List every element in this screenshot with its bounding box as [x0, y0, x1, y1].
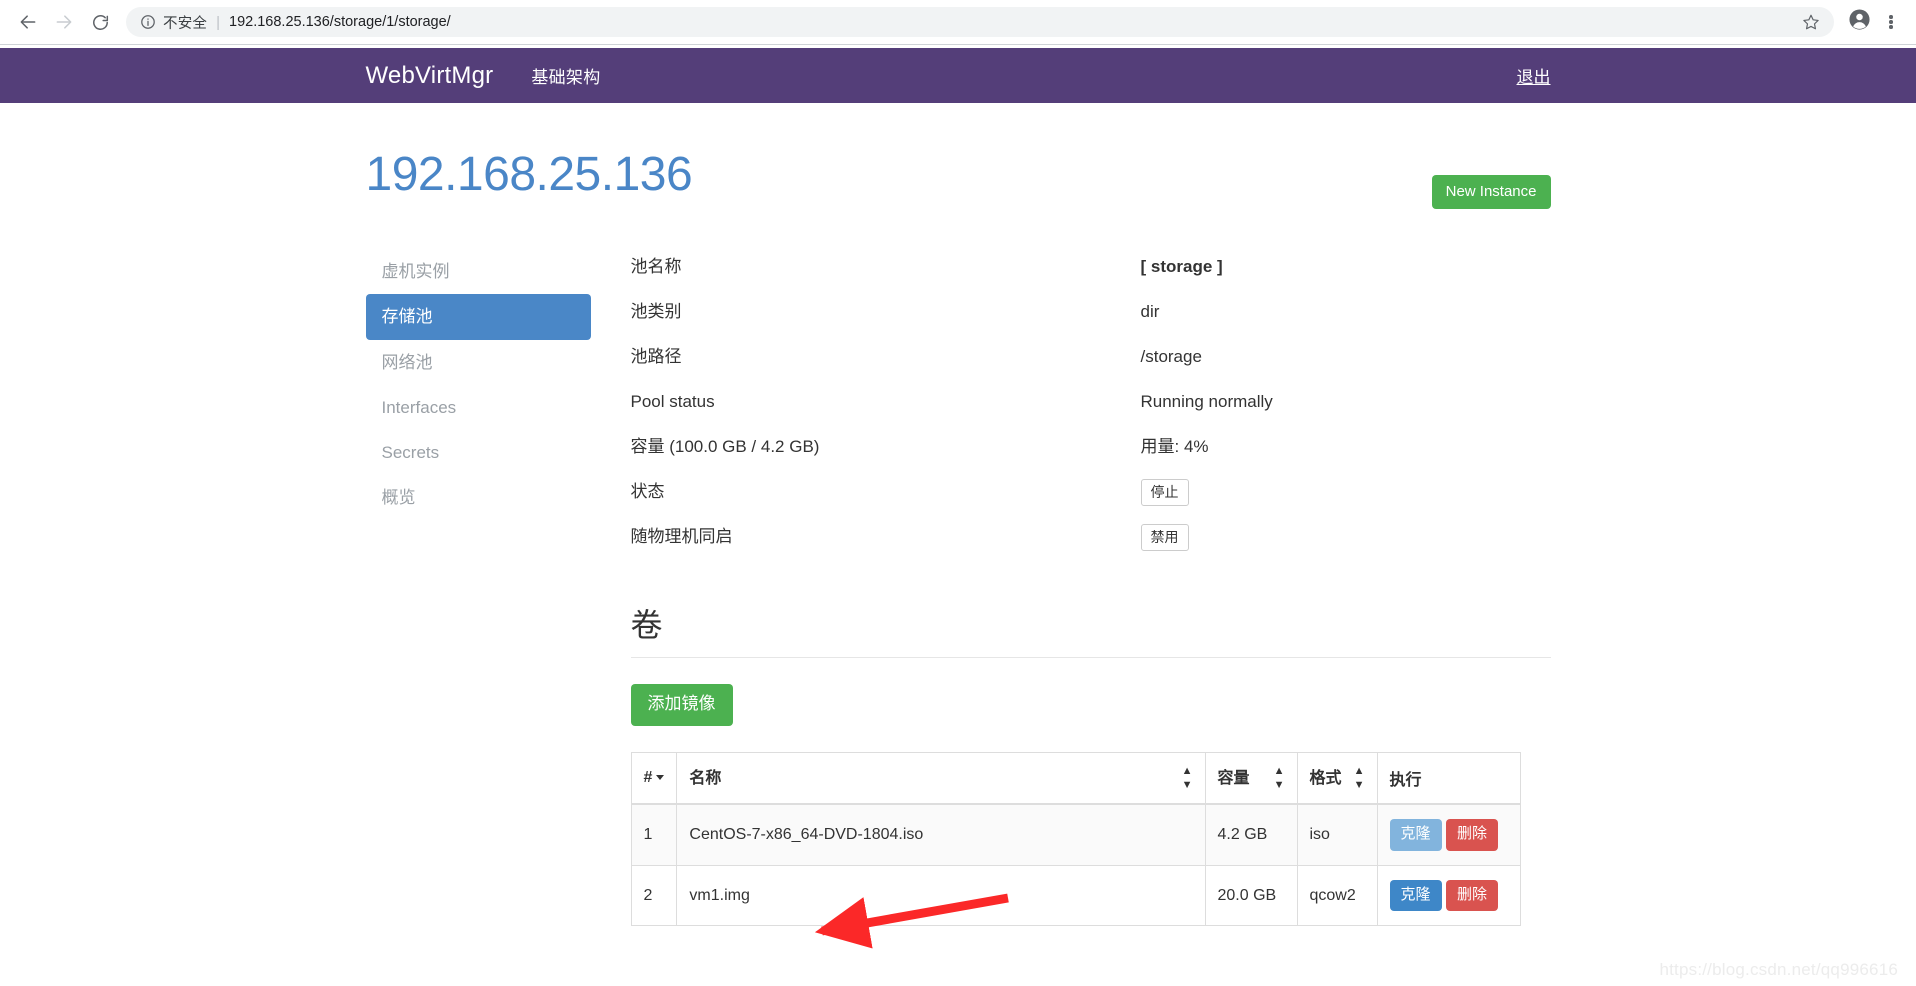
sidebar-item-overview[interactable]: 概览 — [366, 475, 591, 520]
stop-pool-button[interactable]: 停止 — [1140, 478, 1189, 507]
page-header: 192.168.25.136 New Instance — [366, 145, 1551, 219]
pool-name-text: [ storage ] — [1140, 257, 1223, 277]
cell-format: iso — [1296, 803, 1378, 866]
profile-avatar-icon — [1848, 8, 1871, 36]
sort-updown-icon[interactable]: ▲ ▼ — [1274, 764, 1285, 793]
chrome-right-controls — [1842, 5, 1906, 39]
table-row: 2 vm1.img 20.0 GB qcow2 克隆 删除 — [630, 864, 1521, 927]
detail-row-autostart: 随物理机同启 禁用 — [631, 519, 1551, 556]
detail-value-state: 停止 — [1140, 478, 1189, 507]
new-instance-button[interactable]: New Instance — [1431, 175, 1551, 209]
detail-row-capacity: 容量 (100.0 GB / 4.2 GB) 用量: 4% — [631, 429, 1551, 466]
sidebar-nav: 虚机实例 存储池 网络池 Interfaces Secrets 概览 — [365, 245, 591, 926]
nav-item-infrastructure[interactable]: 基础架构 — [531, 63, 600, 88]
detail-label-capacity: 容量 (100.0 GB / 4.2 GB) — [630, 437, 820, 457]
app-brand[interactable]: WebVirtMgr — [366, 63, 494, 88]
sidebar-item-storages[interactable]: 存储池 — [365, 294, 591, 340]
cell-volume-name: vm1.img — [676, 864, 1206, 927]
profile-button[interactable] — [1842, 5, 1876, 39]
back-button[interactable] — [10, 4, 46, 40]
address-bar[interactable]: 不安全 | 192.168.25.136/storage/1/storage/ — [126, 7, 1834, 37]
detail-label-pool-path: 池路径 — [630, 347, 682, 367]
insecure-label: 不安全 — [163, 15, 208, 32]
clone-volume-button[interactable]: 克隆 — [1389, 879, 1442, 912]
kebab-menu-icon — [1889, 14, 1893, 31]
section-divider — [630, 657, 1551, 659]
back-arrow-icon — [18, 12, 38, 32]
pool-detail-panel: 池名称 [ storage ] 池类别 dir 池路径 /storage Poo… — [591, 245, 1551, 927]
volumes-table-body: 1 CentOS-7-x86_64-DVD-1804.iso 4.2 GB is… — [630, 803, 1521, 927]
sidebar-item-interfaces[interactable]: Interfaces — [366, 385, 591, 430]
cell-size: 4.2 GB — [1204, 803, 1298, 866]
detail-row-state: 状态 停止 — [631, 474, 1551, 511]
volumes-header-row: # 名称 ▲ ▼ 容量 ▲ ▼ 格式 ▲ ▼ 执行 — [630, 751, 1521, 806]
column-header-format-label: 格式 — [1309, 769, 1342, 787]
reload-icon — [91, 13, 110, 32]
disable-autostart-button[interactable]: 禁用 — [1140, 523, 1189, 552]
detail-value-pool-path: /storage — [1140, 347, 1202, 367]
detail-row-pool-type: 池类别 dir — [631, 294, 1551, 331]
omnibox-separator: | — [216, 13, 221, 31]
navbar-right: 退出 — [1517, 63, 1551, 88]
detail-label-autostart: 随物理机同启 — [630, 527, 733, 547]
sidebar-item-instances[interactable]: 虚机实例 — [366, 249, 591, 294]
detail-value-usage: 用量: 4% — [1140, 437, 1209, 457]
cell-actions: 克隆 删除 — [1376, 864, 1521, 927]
cell-index: 1 — [630, 803, 678, 866]
detail-label-pool-type: 池类别 — [630, 302, 682, 322]
column-header-name[interactable]: 名称 ▲ ▼ — [676, 751, 1206, 806]
delete-volume-button[interactable]: 删除 — [1445, 819, 1498, 851]
page-container: 192.168.25.136 New Instance 虚机实例 存储池 网络池… — [365, 145, 1551, 927]
column-header-size[interactable]: 容量 ▲ ▼ — [1204, 751, 1298, 806]
url-text: 192.168.25.136/storage/1/storage/ — [229, 14, 451, 30]
volumes-section-title: 卷 — [630, 607, 663, 643]
detail-label-state: 状态 — [630, 482, 665, 502]
delete-volume-button[interactable]: 删除 — [1445, 879, 1498, 912]
column-header-index[interactable]: # — [630, 751, 678, 806]
volumes-table-head: # 名称 ▲ ▼ 容量 ▲ ▼ 格式 ▲ ▼ 执行 — [630, 751, 1521, 806]
detail-value-pool-status: Running normally — [1140, 392, 1273, 412]
clone-volume-button[interactable]: 克隆 — [1389, 819, 1442, 851]
cell-format: qcow2 — [1296, 864, 1378, 927]
page-viewport: WebVirtMgr 基础架构 退出 192.168.25.136 New In… — [0, 45, 1916, 986]
detail-value-autostart: 禁用 — [1140, 523, 1189, 552]
sort-updown-icon[interactable]: ▲ ▼ — [1354, 764, 1365, 793]
detail-value-pool-type: dir — [1140, 302, 1160, 322]
info-circle-icon[interactable] — [140, 14, 156, 30]
cell-index: 2 — [630, 864, 678, 927]
watermark-text: https://blog.csdn.net/qq996616 — [1659, 960, 1898, 979]
add-image-button[interactable]: 添加镜像 — [630, 684, 733, 726]
column-header-actions: 执行 — [1376, 751, 1521, 806]
bookmark-star-icon[interactable] — [1794, 13, 1820, 31]
detail-label-pool-status: Pool status — [630, 392, 715, 412]
browser-toolbar: 不安全 | 192.168.25.136/storage/1/storage/ — [0, 0, 1916, 44]
forward-button[interactable] — [46, 4, 82, 40]
detail-row-pool-name: 池名称 [ storage ] — [631, 249, 1551, 286]
detail-row-pool-status: Pool status Running normally — [631, 384, 1551, 421]
column-header-format[interactable]: 格式 ▲ ▼ — [1296, 751, 1378, 806]
page-title: 192.168.25.136 — [365, 148, 693, 201]
app-navbar: WebVirtMgr 基础架构 退出 — [0, 48, 1916, 103]
detail-row-pool-path: 池路径 /storage — [631, 339, 1551, 376]
content-row: 虚机实例 存储池 网络池 Interfaces Secrets 概览 池名称 [… — [365, 245, 1551, 927]
chrome-menu-button[interactable] — [1876, 5, 1906, 39]
cell-volume-name: CentOS-7-x86_64-DVD-1804.iso — [676, 803, 1206, 866]
caret-down-icon — [656, 775, 665, 781]
cell-size: 20.0 GB — [1204, 864, 1298, 927]
reload-button[interactable] — [82, 4, 118, 40]
column-header-name-label: 名称 — [689, 769, 722, 787]
cell-actions: 克隆 删除 — [1376, 803, 1521, 866]
logout-link[interactable]: 退出 — [1517, 63, 1551, 88]
table-row: 1 CentOS-7-x86_64-DVD-1804.iso 4.2 GB is… — [630, 803, 1521, 866]
sidebar-item-networks[interactable]: 网络池 — [366, 340, 591, 385]
sort-updown-icon[interactable]: ▲ ▼ — [1182, 764, 1193, 793]
column-header-size-label: 容量 — [1217, 769, 1250, 787]
sidebar-item-secrets[interactable]: Secrets — [366, 430, 591, 475]
volumes-table: # 名称 ▲ ▼ 容量 ▲ ▼ 格式 ▲ ▼ 执行 1 CentOS-7-x86… — [630, 751, 1521, 927]
detail-label-pool-name: 池名称 — [630, 257, 682, 277]
column-header-index-label: # — [643, 769, 653, 787]
detail-value-pool-name: [ storage ] — [1141, 256, 1223, 278]
forward-arrow-icon — [54, 12, 74, 32]
